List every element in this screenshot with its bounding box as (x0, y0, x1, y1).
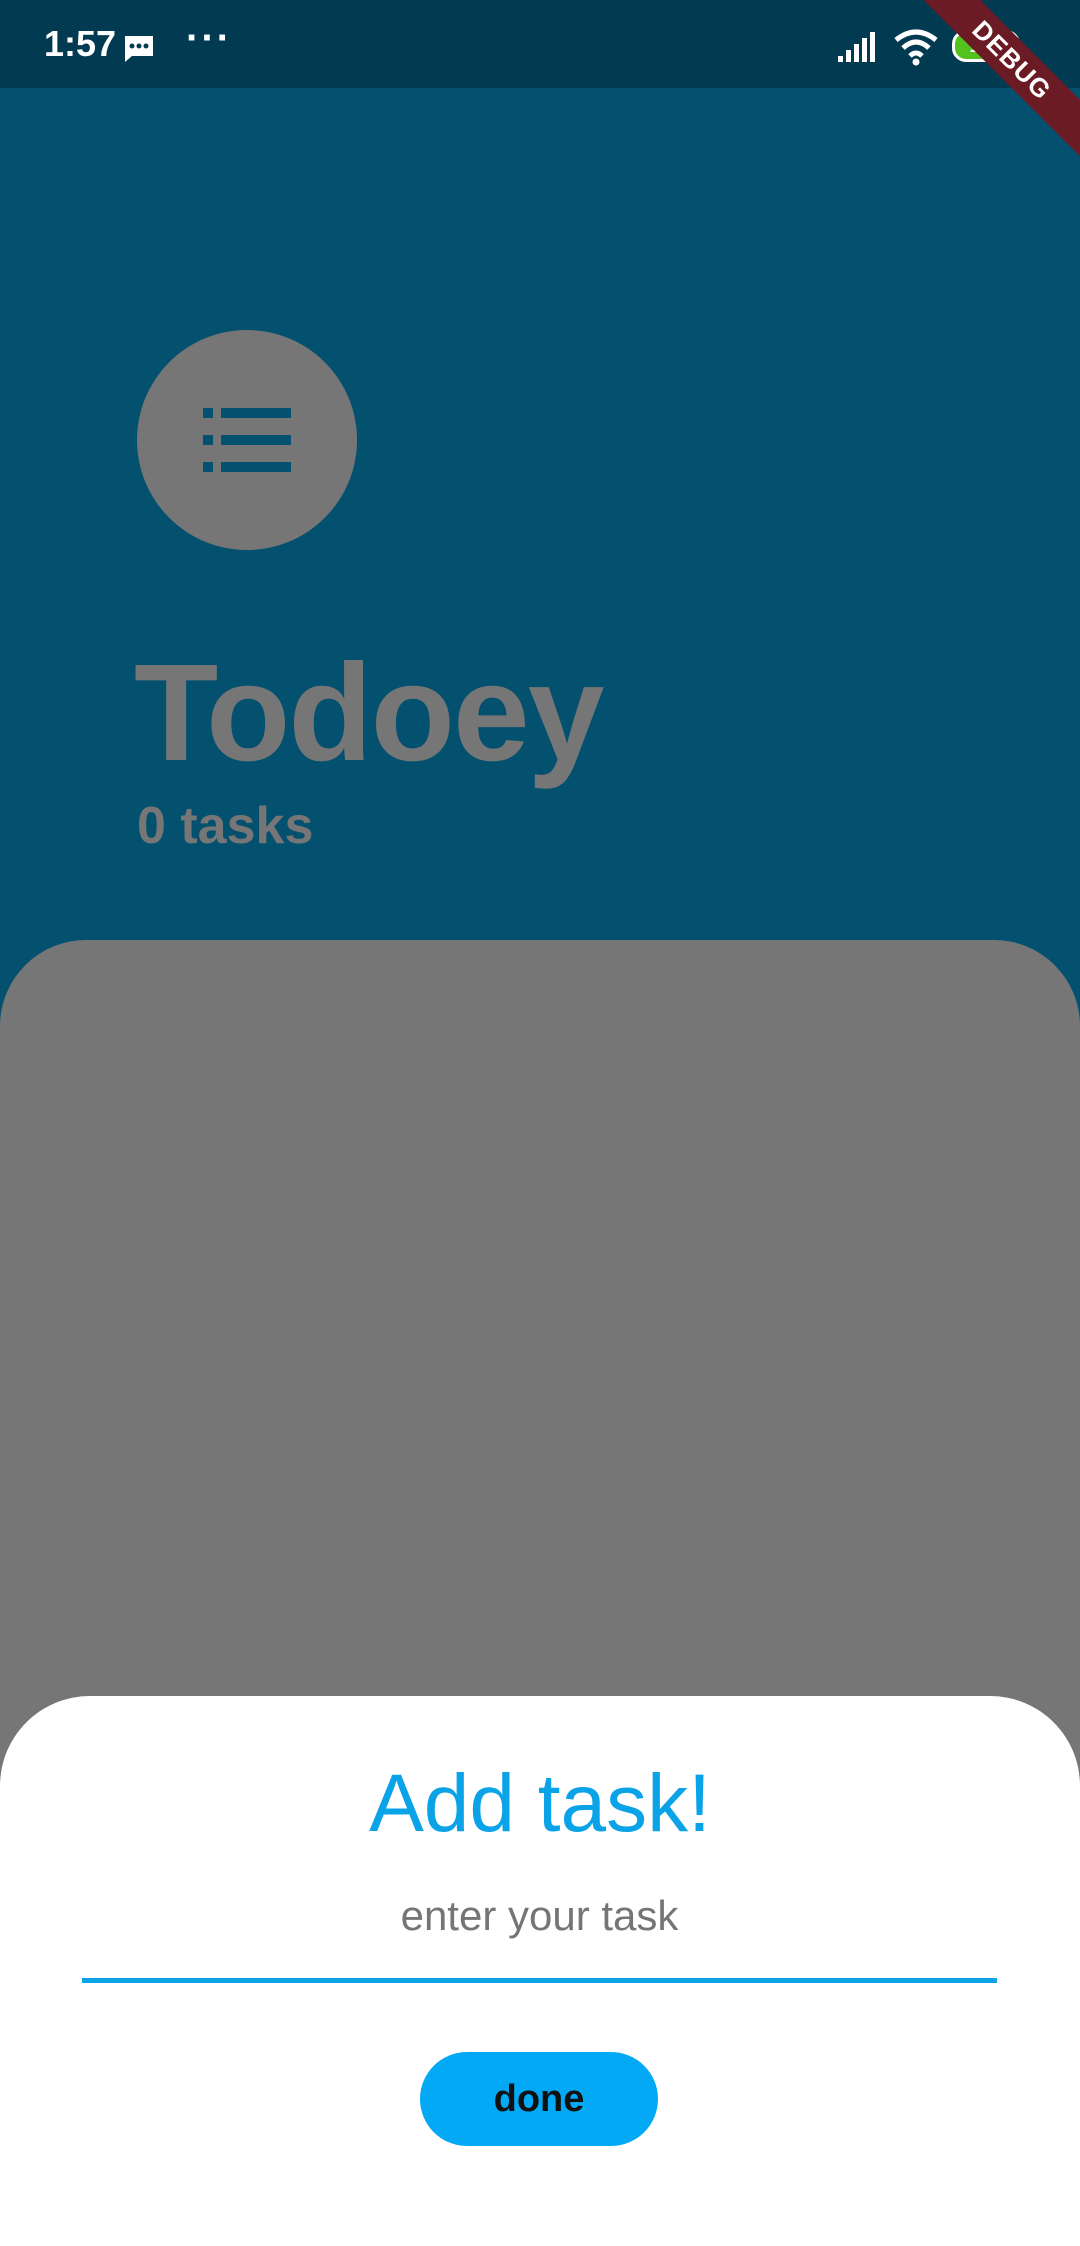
status-time: 1:57 (44, 23, 117, 64)
message-icon (122, 34, 156, 64)
signal-icon (836, 32, 880, 64)
list-icon (203, 408, 291, 472)
app-screen: 1:57 ··· DEBUG Todoey 0 tasks Add task! … (0, 0, 1080, 2246)
done-button[interactable]: done (420, 2052, 658, 2146)
app-logo-circle (137, 330, 357, 550)
task-input[interactable] (82, 1876, 997, 1983)
app-title: Todoey (134, 636, 604, 790)
task-count: 0 tasks (137, 797, 314, 855)
status-bar: 1:57 ··· (0, 0, 1080, 88)
add-task-sheet: Add task! done (0, 1696, 1080, 2246)
wifi-icon (892, 28, 940, 66)
more-notifications-indicator: ··· (186, 16, 232, 60)
add-task-title: Add task! (369, 1758, 711, 1849)
